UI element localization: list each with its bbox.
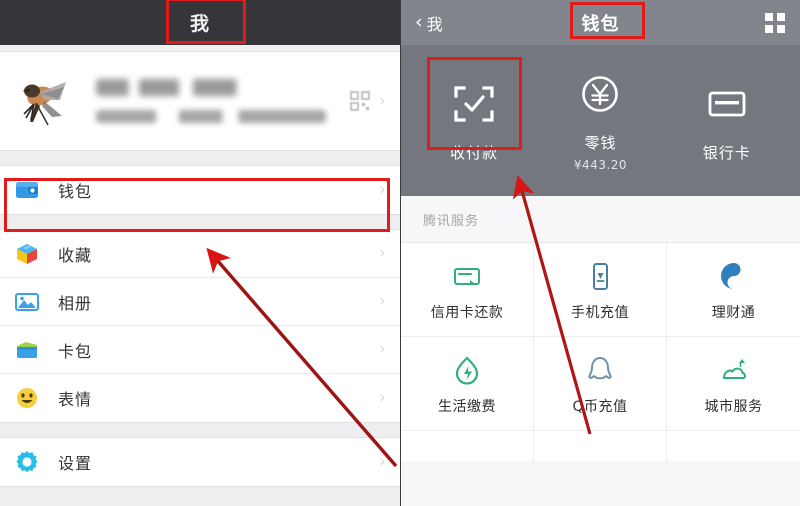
sidebar-item-label: 卡包 <box>58 341 93 361</box>
settings-gear-icon <box>16 451 38 473</box>
service-cell-clipped[interactable] <box>401 431 534 461</box>
sidebar-item-label: 表情 <box>58 390 93 409</box>
sidebar-item-settings[interactable]: 设置 › <box>0 438 400 486</box>
favorites-cube-icon <box>17 243 37 264</box>
chevron-right-icon: › <box>379 179 386 200</box>
service-label: Q币充值 <box>572 398 628 415</box>
profile-text <box>76 79 350 123</box>
menu-group-two: 收藏 › 相册 › 卡包 › 表情 › <box>0 229 400 423</box>
left-status-header: 我 <box>0 0 400 45</box>
profile-id-blurred <box>96 110 326 123</box>
page-title: 钱包 <box>581 13 620 35</box>
service-city-service[interactable]: 城市服务 <box>667 337 800 431</box>
album-photo-icon <box>15 292 39 311</box>
wallet-icon <box>16 182 38 198</box>
menu-group-wallet: 钱包 › <box>0 165 400 215</box>
spacer-1 <box>0 151 400 165</box>
wallet-nav-header: ‹ 我 钱包 <box>401 0 800 45</box>
service-licaitong[interactable]: 理财通 <box>667 243 800 337</box>
profile-name-blurred <box>96 79 276 96</box>
wealth-licaitong-icon <box>718 258 750 294</box>
services-grid: 信用卡还款 手机充值 理财通 生活缴费 Q币充值 城市服务 <box>401 243 800 431</box>
phone-topup-icon <box>584 258 616 294</box>
wallet-tile-pay[interactable]: 收付款 <box>420 79 528 163</box>
services-grid-clipped-row <box>401 431 800 461</box>
qr-code-icon[interactable] <box>350 91 370 111</box>
wallet-balance-amount: ¥443.20 <box>573 158 628 172</box>
services-section-header: 腾讯服务 <box>401 196 800 243</box>
wallet-quick-actions: 收付款 零钱 ¥443.20 银行卡 <box>401 45 800 196</box>
wechat-wallet-panel: ‹ 我 钱包 收付款 零钱 ¥443.20 银行卡 腾讯服务 信用卡还款 手机充… <box>400 0 800 506</box>
sidebar-item-album[interactable]: 相册 › <box>0 278 400 326</box>
service-utility-bill[interactable]: 生活缴费 <box>401 337 534 431</box>
page-title: 我 <box>189 13 210 35</box>
chevron-right-icon: › <box>379 339 386 359</box>
dual-phone-screenshot: 我 › 钱包 › 收藏 › 相册 › 卡包 › 表情 › 设置 › ‹ 我 钱包… <box>0 0 800 506</box>
wechat-me-panel: 我 › 钱包 › 收藏 › 相册 › 卡包 › 表情 › 设置 › <box>0 0 400 506</box>
profile-right-group[interactable]: › <box>350 91 386 111</box>
service-phone-topup[interactable]: 手机充值 <box>534 243 667 337</box>
services-section-title: 腾讯服务 <box>423 213 480 229</box>
service-label: 信用卡还款 <box>430 304 504 321</box>
back-button[interactable]: ‹ 我 <box>415 11 443 35</box>
wallet-tile-label: 收付款 <box>450 143 499 162</box>
chevron-right-icon: › <box>379 243 386 263</box>
sticker-smiley-icon <box>17 388 37 408</box>
service-label: 理财通 <box>711 304 756 321</box>
wallet-tile-change[interactable]: 零钱 ¥443.20 <box>546 69 654 172</box>
service-cell-clipped[interactable] <box>667 431 800 461</box>
utility-bill-icon <box>451 352 483 388</box>
sidebar-item-wallet[interactable]: 钱包 › <box>0 166 400 214</box>
city-service-icon <box>718 352 750 388</box>
left-content: › 钱包 › 收藏 › 相册 › 卡包 › 表情 › 设置 › <box>0 51 400 506</box>
avatar[interactable] <box>14 70 76 132</box>
sidebar-item-stickers[interactable]: 表情 › <box>0 374 400 422</box>
service-label: 手机充值 <box>571 304 629 321</box>
yuan-circle-icon <box>546 69 654 119</box>
credit-card-repay-icon <box>451 258 483 294</box>
bank-card-icon <box>673 79 781 129</box>
sidebar-item-label: 相册 <box>58 293 93 313</box>
sidebar-item-label: 收藏 <box>58 245 93 265</box>
chevron-left-icon: ‹ <box>415 11 423 33</box>
profile-chevron-icon: › <box>379 90 386 111</box>
spacer-2 <box>0 215 400 229</box>
qq-penguin-icon <box>584 352 616 388</box>
wallet-tile-label: 银行卡 <box>702 143 751 162</box>
menu-group-three: 设置 › <box>0 437 400 487</box>
card-package-icon <box>17 341 37 358</box>
chevron-right-icon: › <box>379 291 386 311</box>
chevron-right-icon: › <box>379 387 386 408</box>
sidebar-item-label: 钱包 <box>58 182 93 201</box>
service-label: 城市服务 <box>704 398 763 415</box>
service-credit-card-repay[interactable]: 信用卡还款 <box>401 243 534 337</box>
service-label: 生活缴费 <box>438 398 496 415</box>
spacer-3 <box>0 423 400 437</box>
profile-row[interactable]: › <box>0 51 400 151</box>
bird-avatar-image <box>22 82 66 126</box>
scan-pay-icon <box>420 79 528 129</box>
sidebar-item-cards[interactable]: 卡包 › <box>0 326 400 374</box>
chevron-right-icon: › <box>379 451 386 472</box>
grid-menu-icon[interactable] <box>764 12 786 34</box>
sidebar-item-favorites[interactable]: 收藏 › <box>0 230 400 278</box>
back-label: 我 <box>426 14 443 34</box>
wallet-tile-label: 零钱 <box>584 134 617 152</box>
wallet-tile-bankcard[interactable]: 银行卡 <box>673 79 781 163</box>
sidebar-item-label: 设置 <box>58 454 93 473</box>
service-qcoin-topup[interactable]: Q币充值 <box>534 337 667 431</box>
service-cell-clipped[interactable] <box>534 431 667 461</box>
